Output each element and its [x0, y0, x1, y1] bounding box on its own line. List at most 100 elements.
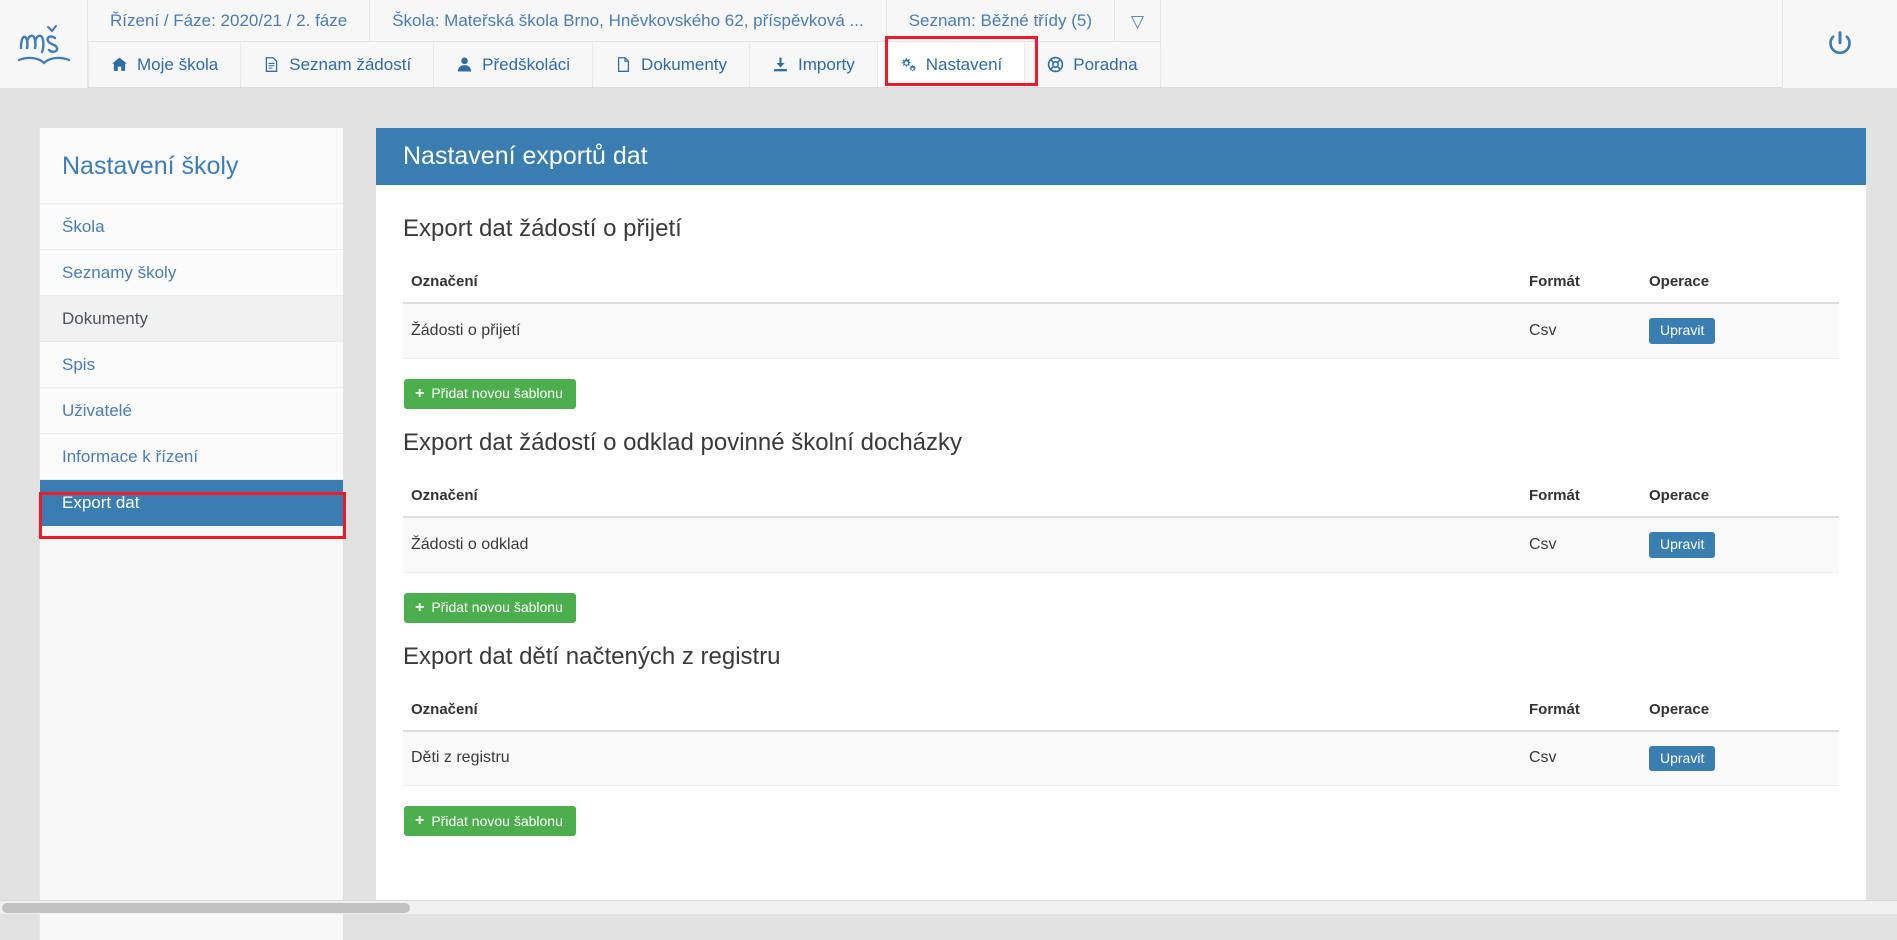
home-icon — [111, 56, 128, 73]
section-export-zadosti-prijeti: Export dat žádostí o přijetí Označení Fo… — [403, 215, 1839, 415]
sidebar-item-spis[interactable]: Spis — [40, 342, 343, 388]
cell-operace: Upravit — [1649, 730, 1839, 787]
nav-poradna[interactable]: Poradna — [1025, 42, 1161, 87]
cell-oznaceni: Žádosti o odklad — [403, 516, 1529, 573]
nav-moje-skola[interactable]: Moje škola — [88, 42, 242, 87]
context-skola-label: Škola: Mateřská škola Brno, Hněvkovského… — [392, 11, 864, 30]
nav-predskolaci[interactable]: Předškoláci — [434, 42, 594, 87]
sidebar-item-spis-label: Spis — [62, 354, 96, 374]
horizontal-scrollbar[interactable] — [0, 900, 1897, 914]
settings-sidebar: Nastavení školy Škola Seznamy školy Doku… — [39, 128, 346, 940]
edit-button[interactable]: Upravit — [1649, 531, 1716, 558]
context-seznam-label: Seznam: Běžné třídy (5) — [908, 11, 1093, 30]
sidebar-item-dokumenty-label: Dokumenty — [62, 308, 148, 328]
context-rizeni-faze-label: Řízení / Fáze: 2020/21 / 2. fáze — [110, 11, 348, 30]
nav-importy-label: Importy — [798, 54, 855, 74]
sidebar-item-dokumenty[interactable]: Dokumenty — [40, 296, 343, 342]
gears-icon — [900, 56, 917, 73]
app-logo[interactable] — [0, 0, 88, 88]
ms-logo-icon — [17, 25, 70, 65]
table-header-row: Označení Formát Operace — [403, 700, 1839, 732]
add-template-button[interactable]: + Přidat novou šablonu — [404, 806, 576, 837]
table-row: Žádosti o přijetí Csv Upravit — [403, 303, 1839, 359]
plus-icon: + — [415, 598, 425, 616]
logout-button[interactable] — [1782, 0, 1897, 88]
add-template-button[interactable]: + Přidat novou šablonu — [404, 378, 576, 409]
add-template-label: Přidat novou šablonu — [431, 385, 563, 402]
chevron-down-icon: ▽ — [1131, 11, 1145, 31]
context-dropdown-toggle[interactable]: ▽ — [1115, 0, 1162, 42]
nav-nastaveni-label: Nastavení — [925, 54, 1003, 74]
edit-button[interactable]: Upravit — [1649, 745, 1716, 772]
context-skola[interactable]: Škola: Mateřská škola Brno, Hněvkovského… — [370, 0, 887, 42]
nav-dokumenty-label: Dokumenty — [641, 54, 728, 74]
export-templates-table: Označení Formát Operace Žádosti o přijet… — [403, 273, 1839, 359]
context-rizeni-faze[interactable]: Řízení / Fáze: 2020/21 / 2. fáze — [88, 0, 371, 42]
user-icon — [456, 56, 473, 73]
cell-operace: Upravit — [1649, 303, 1839, 359]
column-header-format: Formát — [1529, 700, 1649, 732]
page-title: Nastavení exportů dat — [376, 128, 1866, 185]
sidebar-item-export-dat[interactable]: Export dat — [40, 480, 343, 526]
plus-icon: + — [415, 384, 425, 402]
section-title: Export dat žádostí o přijetí — [403, 215, 682, 242]
sidebar-item-seznamy-label: Seznamy školy — [62, 262, 177, 282]
nav-poradna-label: Poradna — [1073, 54, 1138, 74]
add-template-label: Přidat novou šablonu — [431, 598, 563, 615]
nav-moje-skola-label: Moje škola — [137, 54, 219, 74]
table-header-row: Označení Formát Operace — [403, 273, 1839, 304]
file-icon — [615, 56, 632, 73]
column-header-format: Formát — [1529, 273, 1649, 304]
table-row: Děti z registru Csv Upravit — [403, 730, 1839, 787]
sidebar-item-uzivatele-label: Uživatelé — [62, 400, 132, 420]
column-header-oznaceni: Označení — [403, 486, 1529, 518]
plus-icon: + — [415, 812, 425, 830]
cell-operace: Upravit — [1649, 516, 1839, 573]
page-body: Nastavení školy Škola Seznamy školy Doku… — [0, 88, 1897, 940]
cell-oznaceni: Žádosti o přijetí — [403, 303, 1529, 359]
scrollbar-thumb[interactable] — [2, 903, 410, 913]
sidebar-title: Nastavení školy — [40, 128, 343, 204]
lifebuoy-icon — [1047, 56, 1064, 73]
nav-predskolaci-label: Předškoláci — [482, 54, 571, 74]
column-header-oznaceni: Označení — [403, 273, 1529, 304]
column-header-operace: Operace — [1649, 273, 1839, 304]
cell-format: Csv — [1529, 303, 1649, 359]
nav-importy[interactable]: Importy — [750, 42, 878, 87]
export-templates-table: Označení Formát Operace Žádosti o odklad… — [403, 486, 1839, 573]
nav-seznam-zadosti-label: Seznam žádostí — [289, 54, 412, 74]
column-header-operace: Operace — [1649, 700, 1839, 732]
sidebar-item-skola[interactable]: Škola — [40, 204, 343, 250]
section-export-zadosti-odklad: Export dat žádostí o odklad povinné škol… — [403, 429, 1839, 629]
edit-button[interactable]: Upravit — [1649, 318, 1716, 344]
power-icon — [1825, 29, 1855, 59]
sidebar-item-informace-label: Informace k řízení — [62, 446, 199, 466]
content-body: Export dat žádostí o přijetí Označení Fo… — [376, 185, 1866, 842]
sidebar-item-export-dat-label: Export dat — [62, 493, 140, 512]
cell-oznaceni: Děti z registru — [403, 730, 1529, 787]
table-row: Žádosti o odklad Csv Upravit — [403, 516, 1839, 573]
download-icon — [772, 56, 789, 73]
sidebar-item-uzivatele[interactable]: Uživatelé — [40, 388, 343, 434]
context-bar: Řízení / Fáze: 2020/21 / 2. fáze Škola: … — [88, 0, 1162, 42]
nav-dokumenty[interactable]: Dokumenty — [593, 42, 751, 87]
main-content-panel: Nastavení exportů dat Export dat žádostí… — [376, 128, 1866, 906]
sidebar-item-informace[interactable]: Informace k řízení — [40, 434, 343, 480]
add-template-label: Přidat novou šablonu — [431, 812, 563, 829]
section-title: Export dat žádostí o odklad povinné škol… — [403, 428, 963, 456]
cell-format: Csv — [1529, 730, 1649, 787]
add-template-button[interactable]: + Přidat novou šablonu — [404, 592, 576, 623]
main-navigation: Moje škola Seznam žádostí Předškoláci Do… — [88, 42, 1161, 87]
sidebar-item-seznamy[interactable]: Seznamy školy — [40, 250, 343, 296]
sidebar-item-skola-label: Škola — [62, 216, 105, 236]
export-templates-table: Označení Formát Operace Děti z registru … — [403, 700, 1839, 787]
nav-seznam-zadosti[interactable]: Seznam žádostí — [241, 42, 435, 87]
table-header-row: Označení Formát Operace — [403, 486, 1839, 518]
nav-nastaveni[interactable]: Nastavení — [877, 42, 1026, 87]
section-title: Export dat dětí načtených z registru — [403, 642, 781, 670]
column-header-operace: Operace — [1649, 486, 1839, 518]
section-export-deti-registr: Export dat dětí načtených z registru Ozn… — [403, 643, 1839, 843]
column-header-oznaceni: Označení — [403, 700, 1529, 732]
context-seznam[interactable]: Seznam: Běžné třídy (5) — [887, 0, 1116, 42]
top-header: Řízení / Fáze: 2020/21 / 2. fáze Škola: … — [0, 0, 1897, 88]
